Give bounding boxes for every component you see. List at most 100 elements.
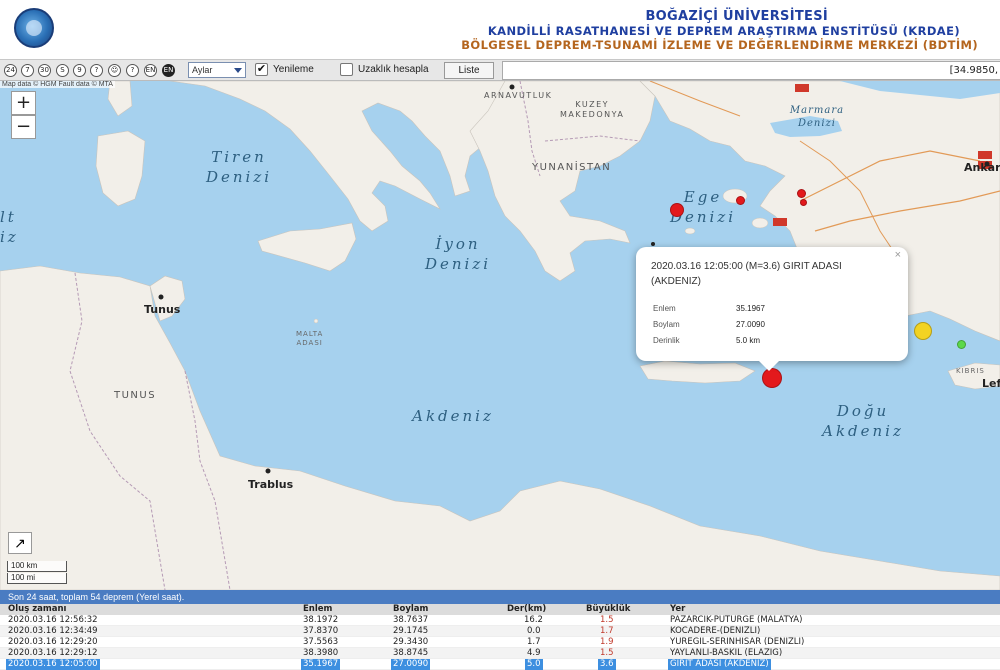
quake-marker[interactable] xyxy=(800,199,807,206)
label-kibris-partial: KIBRIS xyxy=(956,367,985,375)
table-row[interactable]: 2020.03.16 12:29:20 37.5563 29.3430 1.7 … xyxy=(0,637,1000,648)
label-tunus-country: TUNUS xyxy=(114,390,157,401)
popup-depth-value: 5.0 km xyxy=(736,336,761,345)
arrow-expand-icon: ↗ xyxy=(14,535,26,551)
settings-icon[interactable]: 9 xyxy=(73,64,86,77)
quake-info-popup: × 2020.03.16 12:05:00 (M=3.6) GIRIT ADAS… xyxy=(636,247,908,371)
popup-lon-value: 27.0090 xyxy=(736,320,765,329)
last-30days-icon[interactable]: 30 xyxy=(38,64,51,77)
label-malta: MALTA ADASI xyxy=(296,330,324,347)
help-icon[interactable]: EN xyxy=(144,64,157,77)
col-time[interactable]: Oluş zamanı xyxy=(8,604,66,615)
fullscreen-button[interactable]: ↗ xyxy=(8,532,32,554)
cell-lon: 27.0090 xyxy=(391,659,431,670)
refresh-label: Yenileme xyxy=(273,64,314,75)
toolbar: 24 7 30 S 9 ? ☺ ? EN EN Aylar ✔ Yenileme… xyxy=(0,60,1000,81)
list-button[interactable]: Liste xyxy=(444,62,494,79)
distance-checkbox[interactable] xyxy=(340,63,353,76)
felt-report-icon[interactable]: ? xyxy=(126,64,139,77)
quake-marker[interactable] xyxy=(797,189,806,198)
col-lon[interactable]: Boylam xyxy=(393,604,428,615)
cell-lat: 35.1967 xyxy=(301,659,341,670)
popup-depth-label: Derinlik xyxy=(653,336,680,345)
cell-lat: 37.8370 xyxy=(303,626,339,636)
earthquake-table: Oluş zamanı Enlem Boylam Der(km) Büyüklü… xyxy=(0,604,1000,670)
header-subtitle: KANDİLLİ RASATHANESİ VE DEPREM ARAŞTIRMA… xyxy=(487,24,960,38)
language-en-icon[interactable]: EN xyxy=(162,64,175,77)
table-row[interactable]: 2020.03.16 12:56:32 38.1972 38.7637 16.2… xyxy=(0,615,1000,626)
zoom-in-button[interactable]: + xyxy=(11,91,36,115)
cell-time: 2020.03.16 12:05:00 xyxy=(6,659,100,670)
label-ankara: Ankara xyxy=(964,161,1000,174)
cell-depth: 1.7 xyxy=(527,637,541,647)
cell-mag: 1.9 xyxy=(600,637,614,647)
col-depth[interactable]: Der(km) xyxy=(507,604,546,615)
cell-depth: 0.0 xyxy=(527,626,541,636)
cell-depth: 16.2 xyxy=(524,615,543,625)
cell-depth: 5.0 xyxy=(525,659,543,670)
period-select-value: Aylar xyxy=(192,65,213,75)
cell-lon: 38.7637 xyxy=(393,615,429,625)
cell-place: GIRIT ADASI (AKDENIZ) xyxy=(668,659,771,670)
table-row-selected[interactable]: 2020.03.16 12:05:00 35.1967 27.0090 5.0 … xyxy=(0,659,1000,670)
header-title: BOĞAZİÇİ ÜNİVERSİTESİ xyxy=(645,9,828,24)
label-tiren-denizi: Tiren Denizi xyxy=(205,148,273,186)
layers-icon[interactable]: ☺ xyxy=(108,64,121,77)
label-yunanistan: YUNANİSTAN xyxy=(532,162,612,173)
cell-mag: 1.7 xyxy=(600,626,614,636)
distance-label: Uzaklık hesapla xyxy=(358,64,429,75)
earthquake-map[interactable]: Map data © HGM Fault data © MTA + − Tire… xyxy=(0,81,1000,590)
popup-lat-value: 35.1967 xyxy=(736,304,765,313)
label-iyon-denizi: İyon Denizi xyxy=(424,235,492,273)
cell-lat: 38.1972 xyxy=(303,615,339,625)
site-header: BOĞAZİÇİ ÜNİVERSİTESİ KANDİLLİ RASATHANE… xyxy=(0,0,1000,60)
last-7days-icon[interactable]: 7 xyxy=(21,64,34,77)
col-lat[interactable]: Enlem xyxy=(303,604,332,615)
scale-mi: 100 mi xyxy=(7,573,67,584)
quake-marker[interactable] xyxy=(957,340,966,349)
cell-mag: 3.6 xyxy=(598,659,616,670)
cell-lon: 38.8745 xyxy=(393,648,429,658)
cell-place: PAZARCIK-PUTURGE (MALATYA) xyxy=(670,615,803,625)
cell-time: 2020.03.16 12:29:20 xyxy=(8,637,98,647)
popup-title: 2020.03.16 12:05:00 (M=3.6) GIRIT ADASI … xyxy=(651,261,842,287)
refresh-checkbox[interactable]: ✔ xyxy=(255,63,268,76)
last-24h-icon[interactable]: 24 xyxy=(4,64,17,77)
info-icon[interactable]: ? xyxy=(90,64,103,77)
popup-lon-label: Boylam xyxy=(653,320,680,329)
col-place[interactable]: Yer xyxy=(670,604,685,615)
zoom-out-button[interactable]: − xyxy=(11,115,36,139)
quake-marker-selected[interactable] xyxy=(762,368,782,388)
scale-km: 100 km xyxy=(7,561,67,572)
quake-marker[interactable] xyxy=(736,196,745,205)
cell-time: 2020.03.16 12:34:49 xyxy=(8,626,98,636)
close-icon[interactable]: × xyxy=(895,249,901,261)
cell-place: YUREGIL-SERINHISAR (DENIZLI) xyxy=(670,637,805,647)
cell-time: 2020.03.16 12:56:32 xyxy=(8,615,98,625)
cell-time: 2020.03.16 12:29:12 xyxy=(8,648,98,658)
quake-marker[interactable] xyxy=(914,322,932,340)
label-lefkosa-partial: Lef xyxy=(982,377,1000,390)
label-marmara-denizi: Marmara Denizi xyxy=(789,105,845,129)
coordinate-readout: [34.9850, xyxy=(502,61,1000,80)
quake-marker[interactable] xyxy=(670,203,684,217)
table-row[interactable]: 2020.03.16 12:29:12 38.3980 38.8745 4.9 … xyxy=(0,648,1000,659)
cell-place: YAYLANLI-BASKIL (ELAZIG) xyxy=(670,648,783,658)
cell-place: KOCADERE-(DENIZLI) xyxy=(670,626,761,636)
summary-bar: Son 24 saat, toplam 54 deprem (Yerel saa… xyxy=(0,590,1000,604)
popup-lat-label: Enlem xyxy=(653,304,676,313)
search-icon[interactable]: S xyxy=(56,64,69,77)
table-row[interactable]: 2020.03.16 12:34:49 37.8370 29.1745 0.0 … xyxy=(0,626,1000,637)
cell-mag: 1.5 xyxy=(600,648,614,658)
cell-lat: 37.5563 xyxy=(303,637,339,647)
label-arnavutluk: ARNAVUTLUK xyxy=(484,91,553,100)
chevron-down-icon xyxy=(234,68,242,73)
label-trablus: Trablus xyxy=(248,478,294,491)
period-select[interactable]: Aylar xyxy=(188,62,246,78)
label-akdeniz: Akdeniz xyxy=(412,407,494,425)
label-dogu-akdeniz: Doğu Akdeniz xyxy=(822,402,904,440)
col-mag[interactable]: Büyüklük xyxy=(586,604,630,615)
cell-lon: 29.1745 xyxy=(393,626,429,636)
label-left-partial: lt iz xyxy=(0,208,19,246)
table-header: Oluş zamanı Enlem Boylam Der(km) Büyüklü… xyxy=(0,604,1000,615)
